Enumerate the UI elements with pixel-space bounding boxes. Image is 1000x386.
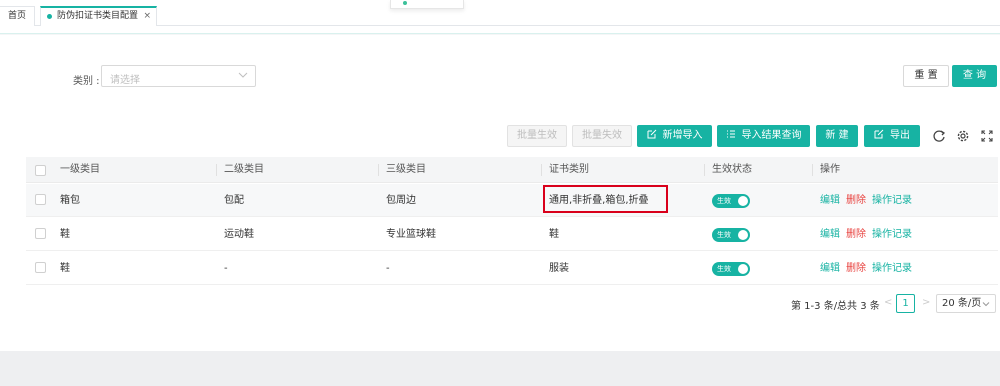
list-icon (726, 130, 735, 138)
toggle-knob (738, 264, 748, 274)
header-level1: 一级类目 (60, 164, 100, 175)
table-row: 鞋 - - 服装 生效 编辑 删除 操作记录 (26, 252, 998, 285)
edit-link[interactable]: 编辑 (820, 184, 840, 217)
toggle-label: 生效 (717, 265, 731, 273)
cell-level1: 鞋 (60, 263, 70, 274)
tab-bar: 首页 防伪扣证书类目配置 × (0, 0, 1000, 26)
import-result-button[interactable]: 导入结果查询 (717, 125, 810, 147)
add-import-label: 新增导入 (662, 130, 703, 141)
table-row: 箱包 包配 包周边 通用,非折叠,箱包,折叠 生效 编辑 删除 操作记录 (26, 184, 998, 217)
header-status: 生效状态 (704, 157, 752, 183)
new-button[interactable]: 新 建 (816, 125, 858, 147)
header-actions: 操作 (812, 157, 840, 183)
select-all-checkbox[interactable] (35, 165, 46, 176)
notification-popover (390, 0, 464, 9)
cell-level3: - (386, 263, 390, 274)
fullscreen-icon[interactable] (980, 129, 994, 143)
pagination-next[interactable]: > (922, 297, 930, 308)
export-label: 导出 (890, 130, 910, 141)
chevron-down-icon (238, 72, 248, 78)
status-dot-icon (403, 1, 407, 5)
header-level3: 三级类目 (378, 157, 426, 183)
reset-button[interactable]: 重 置 (903, 65, 949, 87)
chevron-down-icon (982, 302, 990, 307)
export-icon (874, 129, 884, 139)
log-link[interactable]: 操作记录 (872, 184, 912, 217)
status-toggle[interactable]: 生效 (712, 228, 750, 242)
category-select-placeholder: 请选择 (110, 75, 140, 86)
row-checkbox[interactable] (35, 194, 46, 205)
status-toggle[interactable]: 生效 (712, 262, 750, 276)
cell-level3: 包周边 (386, 195, 416, 206)
main-panel: 类别 : 请选择 重 置 查 询 批量生效 批量失效 新增导入 导入结果查询 新… (0, 35, 1000, 351)
add-import-button[interactable]: 新增导入 (637, 125, 712, 147)
row-checkbox[interactable] (35, 262, 46, 273)
category-select[interactable]: 请选择 (101, 65, 256, 87)
toggle-knob (738, 196, 748, 206)
batch-enable-button[interactable]: 批量生效 (507, 125, 567, 147)
toggle-knob (738, 230, 748, 240)
delete-link[interactable]: 删除 (846, 252, 866, 285)
toggle-label: 生效 (717, 231, 731, 239)
cell-cert-type: 鞋 (549, 229, 559, 240)
log-link[interactable]: 操作记录 (872, 252, 912, 285)
cell-level1: 鞋 (60, 229, 70, 240)
cell-cert-type: 服装 (549, 263, 569, 274)
category-filter-label: 类别 : (73, 76, 100, 87)
page-size-value: 20 条/页 (942, 298, 982, 309)
tab-label: 防伪扣证书类目配置 (57, 11, 139, 21)
page-footer-area (0, 351, 1000, 386)
active-tab-dot-icon (47, 14, 52, 19)
edit-icon (647, 129, 656, 139)
header-cert-type: 证书类别 (541, 157, 589, 183)
toggle-label: 生效 (717, 197, 731, 205)
edit-link[interactable]: 编辑 (820, 218, 840, 251)
log-link[interactable]: 操作记录 (872, 218, 912, 251)
header-level2: 二级类目 (216, 157, 264, 183)
search-button[interactable]: 查 询 (952, 65, 997, 87)
cell-level2: 运动鞋 (224, 229, 254, 240)
pagination-total: 第 1-3 条/总共 3 条 (791, 301, 880, 312)
header-divider (0, 26, 1000, 34)
pagination-current-page[interactable]: 1 (896, 294, 915, 313)
delete-link[interactable]: 删除 (846, 218, 866, 251)
table-header: 一级类目 二级类目 三级类目 证书类别 生效状态 操作 (26, 157, 998, 183)
close-tab-icon[interactable]: × (143, 8, 151, 24)
export-button[interactable]: 导出 (864, 125, 920, 147)
tab-home[interactable]: 首页 (0, 6, 36, 26)
row-checkbox[interactable] (35, 228, 46, 239)
settings-icon[interactable] (956, 129, 970, 143)
batch-disable-button[interactable]: 批量失效 (572, 125, 632, 147)
cell-level3: 专业篮球鞋 (386, 229, 436, 240)
page-size-select[interactable]: 20 条/页 (936, 294, 996, 313)
status-toggle[interactable]: 生效 (712, 194, 750, 208)
edit-link[interactable]: 编辑 (820, 252, 840, 285)
highlight-annotation-box (543, 185, 668, 213)
tab-cert-category-config[interactable]: 防伪扣证书类目配置 × (40, 6, 158, 26)
cell-level2: 包配 (224, 195, 244, 206)
refresh-icon[interactable] (932, 129, 946, 143)
import-result-label: 导入结果查询 (741, 130, 802, 141)
pagination-prev[interactable]: < (884, 297, 892, 308)
table-row: 鞋 运动鞋 专业篮球鞋 鞋 生效 编辑 删除 操作记录 (26, 218, 998, 251)
cell-level2: - (224, 263, 228, 274)
cell-level1: 箱包 (60, 195, 80, 206)
delete-link[interactable]: 删除 (846, 184, 866, 217)
